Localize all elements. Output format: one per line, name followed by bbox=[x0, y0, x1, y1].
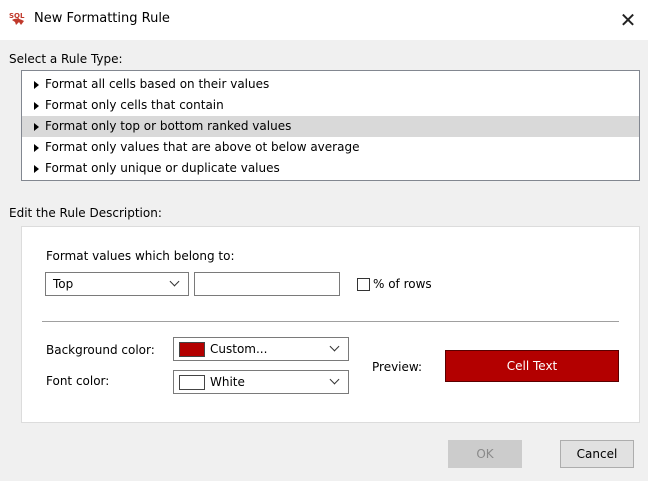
rule-type-item[interactable]: Format only cells that contain bbox=[22, 95, 639, 116]
font-color-label: Font color: bbox=[46, 374, 110, 388]
percent-of-rows-checkbox[interactable] bbox=[357, 278, 370, 291]
rule-type-item[interactable]: Format only unique or duplicate values bbox=[22, 158, 639, 179]
sql-app-icon: SQL bbox=[9, 12, 25, 25]
rule-description-label: Edit the Rule Description: bbox=[9, 206, 162, 220]
title-bar: SQL New Formatting Rule ✕ bbox=[0, 0, 648, 40]
background-color-value: Custom... bbox=[210, 342, 268, 356]
rule-type-list: Format all cells based on their values F… bbox=[21, 70, 640, 181]
expand-arrow-icon bbox=[34, 81, 39, 89]
preview-box: Cell Text bbox=[445, 350, 619, 382]
background-color-label: Background color: bbox=[46, 343, 155, 357]
rank-value-input[interactable] bbox=[194, 272, 340, 296]
rule-type-item[interactable]: Format only values that are above ot bel… bbox=[22, 137, 639, 158]
expand-arrow-icon bbox=[34, 102, 39, 110]
percent-of-rows-label: % of rows bbox=[373, 277, 432, 291]
rank-select[interactable]: Top bbox=[45, 272, 189, 296]
ok-button[interactable]: OK bbox=[448, 440, 522, 468]
rule-type-label: Select a Rule Type: bbox=[9, 52, 123, 66]
preview-text: Cell Text bbox=[506, 359, 558, 373]
chevron-down-icon bbox=[329, 341, 340, 352]
background-color-swatch bbox=[179, 342, 205, 357]
chevron-down-icon bbox=[329, 374, 340, 385]
chevron-down-icon bbox=[169, 276, 180, 287]
rule-type-item-label: Format only cells that contain bbox=[45, 98, 224, 112]
format-values-label: Format values which belong to: bbox=[46, 249, 235, 263]
expand-arrow-icon bbox=[34, 144, 39, 152]
rule-type-item-selected[interactable]: Format only top or bottom ranked values bbox=[22, 116, 639, 137]
expand-arrow-icon bbox=[34, 123, 39, 131]
rule-description-panel: Format values which belong to: Top % of … bbox=[21, 226, 640, 423]
font-color-swatch bbox=[179, 375, 205, 390]
rule-type-item-label: Format only top or bottom ranked values bbox=[45, 119, 292, 133]
rank-select-value: Top bbox=[53, 277, 74, 291]
preview-label: Preview: bbox=[372, 360, 423, 374]
close-icon: ✕ bbox=[619, 8, 637, 32]
cancel-button[interactable]: Cancel bbox=[560, 440, 634, 468]
window-title: New Formatting Rule bbox=[34, 11, 170, 26]
rule-type-item[interactable]: Format all cells based on their values bbox=[22, 74, 639, 95]
font-color-value: White bbox=[210, 375, 245, 389]
close-button[interactable]: ✕ bbox=[608, 0, 648, 40]
rule-type-item-label: Format only values that are above ot bel… bbox=[45, 140, 360, 154]
expand-arrow-icon bbox=[34, 165, 39, 173]
rule-type-item-label: Format only unique or duplicate values bbox=[45, 161, 280, 175]
divider bbox=[42, 321, 619, 322]
background-color-select[interactable]: Custom... bbox=[173, 337, 349, 361]
rule-type-item-label: Format all cells based on their values bbox=[45, 77, 270, 91]
font-color-select[interactable]: White bbox=[173, 370, 349, 394]
